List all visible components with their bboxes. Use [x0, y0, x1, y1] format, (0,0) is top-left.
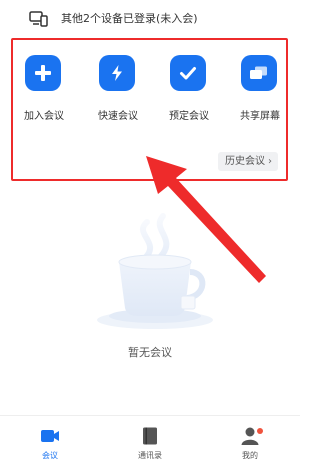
schedule-meeting-tile	[170, 55, 206, 91]
tab-contacts[interactable]: 通讯录	[125, 426, 175, 466]
quick-actions-panel: 加入会议 快速会议 预定会议 共享屏幕 历史会议 ›	[11, 38, 288, 181]
tab-me[interactable]: 我的	[225, 426, 275, 466]
tab-me-label: 我的	[242, 451, 258, 460]
empty-state-text: 暂无会议	[128, 346, 172, 359]
quick-meeting-tile	[99, 55, 135, 91]
quick-meeting-button[interactable]: 快速会议	[87, 55, 149, 135]
history-meetings-label: 历史会议	[225, 156, 265, 167]
lightning-icon	[112, 65, 122, 81]
schedule-meeting-button[interactable]: 预定会议	[158, 55, 220, 135]
device-notice-bar[interactable]: 其他2个设备已登录(未入会)	[0, 0, 300, 38]
history-meetings-button[interactable]: 历史会议 ›	[218, 152, 278, 171]
chevron-right-icon: ›	[268, 156, 272, 167]
action-row: 加入会议 快速会议 预定会议 共享屏幕	[13, 55, 290, 135]
join-meeting-button[interactable]: 加入会议	[13, 55, 75, 135]
share-screen-label: 共享屏幕	[240, 111, 280, 122]
tab-meetings[interactable]: 会议	[25, 426, 75, 466]
device-notice-text: 其他2个设备已登录(未入会)	[61, 12, 198, 25]
share-screen-tile	[241, 55, 277, 91]
notification-badge	[257, 428, 263, 434]
check-icon	[180, 67, 196, 80]
video-camera-icon	[41, 430, 59, 442]
plus-icon	[35, 65, 51, 81]
coffee-cup-icon	[97, 213, 213, 329]
contacts-book-icon	[143, 427, 157, 445]
screen-share-icon	[250, 66, 267, 79]
quick-meeting-label: 快速会议	[98, 111, 138, 122]
share-screen-button[interactable]: 共享屏幕	[229, 55, 291, 135]
devices-icon	[29, 11, 48, 27]
tab-meetings-label: 会议	[42, 451, 58, 460]
join-meeting-label: 加入会议	[24, 111, 64, 122]
join-meeting-tile	[25, 55, 61, 91]
bottom-nav: 会议 通讯录 我的	[0, 415, 300, 466]
schedule-meeting-label: 预定会议	[169, 111, 209, 122]
tab-contacts-label: 通讯录	[138, 451, 162, 460]
